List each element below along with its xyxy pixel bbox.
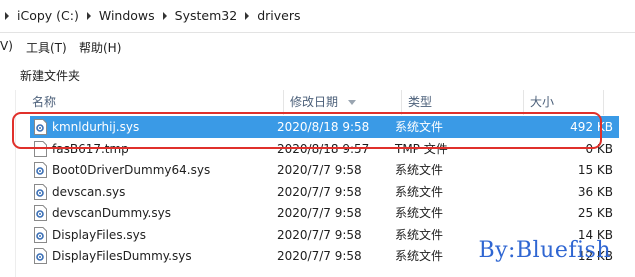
file-name: Boot0DriverDummy64.sys — [52, 163, 211, 177]
file-name: devscanDummy.sys — [52, 206, 171, 220]
command-toolbar: 新建文件夹 — [0, 62, 635, 88]
breadcrumb-drivers[interactable]: drivers — [254, 4, 303, 28]
breadcrumb-separator-icon[interactable] — [82, 4, 96, 28]
sys-file-icon — [34, 162, 47, 178]
menu-help[interactable]: 帮助(H) — [79, 39, 121, 56]
file-modified-date: 2020/7/7 9:58 — [277, 163, 362, 177]
sys-file-icon — [34, 248, 47, 264]
menu-view[interactable]: V) — [0, 39, 13, 53]
watermark: By:Bluefish — [478, 238, 611, 263]
new-folder-button[interactable]: 新建文件夹 — [20, 67, 80, 84]
file-modified-date: 2020/7/7 9:58 — [277, 206, 362, 220]
file-type: 系统文件 — [395, 184, 444, 199]
file-name: devscan.sys — [52, 184, 126, 199]
file-modified-date: 2020/7/7 9:58 — [277, 184, 362, 199]
file-size: 15 KB — [577, 163, 613, 177]
sys-file-icon — [34, 183, 47, 200]
file-type: 系统文件 — [395, 163, 444, 177]
breadcrumb-separator-icon[interactable] — [158, 4, 172, 28]
column-header-name-label: 名称 — [32, 95, 57, 109]
highlight-box — [12, 112, 602, 149]
sys-file-icon — [34, 205, 47, 221]
breadcrumb: iCopy (C:) Windows System32 drivers — [0, 4, 304, 28]
file-row[interactable]: devscan.sys 2020/7/7 9:58 系统文件 36 KB — [30, 181, 619, 203]
column-header-size-label: 大小 — [530, 95, 555, 109]
breadcrumb-system32[interactable]: System32 — [172, 4, 241, 28]
address-bar[interactable]: iCopy (C:) Windows System32 drivers — [0, 0, 635, 33]
sys-file-icon — [34, 226, 47, 243]
column-header-modified-label: 修改日期 — [290, 95, 339, 109]
file-row[interactable]: devscanDummy.sys 2020/7/7 9:58 系统文件 25 KB — [30, 202, 619, 224]
sort-descending-icon — [347, 100, 356, 105]
menu-tools[interactable]: 工具(T) — [26, 39, 67, 56]
file-row[interactable]: Boot0DriverDummy64.sys 2020/7/7 9:58 系统文件 1… — [30, 159, 619, 181]
file-type: 系统文件 — [395, 206, 444, 220]
menu-bar: V) 工具(T) 帮助(H) — [0, 36, 635, 58]
breadcrumb-separator-icon[interactable] — [240, 4, 254, 28]
file-type: 系统文件 — [395, 249, 444, 263]
breadcrumb-drive[interactable]: iCopy (C:) — [14, 4, 82, 28]
file-size: 36 KB — [577, 184, 613, 199]
breadcrumb-separator-icon[interactable] — [0, 4, 14, 28]
file-size: 25 KB — [577, 206, 613, 220]
breadcrumb-windows[interactable]: Windows — [96, 4, 158, 28]
file-name: DisplayFiles.sys — [52, 227, 146, 242]
vertical-scrollbar[interactable] — [621, 90, 635, 277]
file-modified-date: 2020/7/7 9:58 — [277, 249, 362, 263]
file-name: DisplayFilesDummy.sys — [52, 249, 192, 263]
column-header-type-label: 类型 — [408, 95, 433, 109]
file-modified-date: 2020/7/7 9:58 — [277, 227, 362, 242]
file-type: 系统文件 — [395, 227, 444, 242]
